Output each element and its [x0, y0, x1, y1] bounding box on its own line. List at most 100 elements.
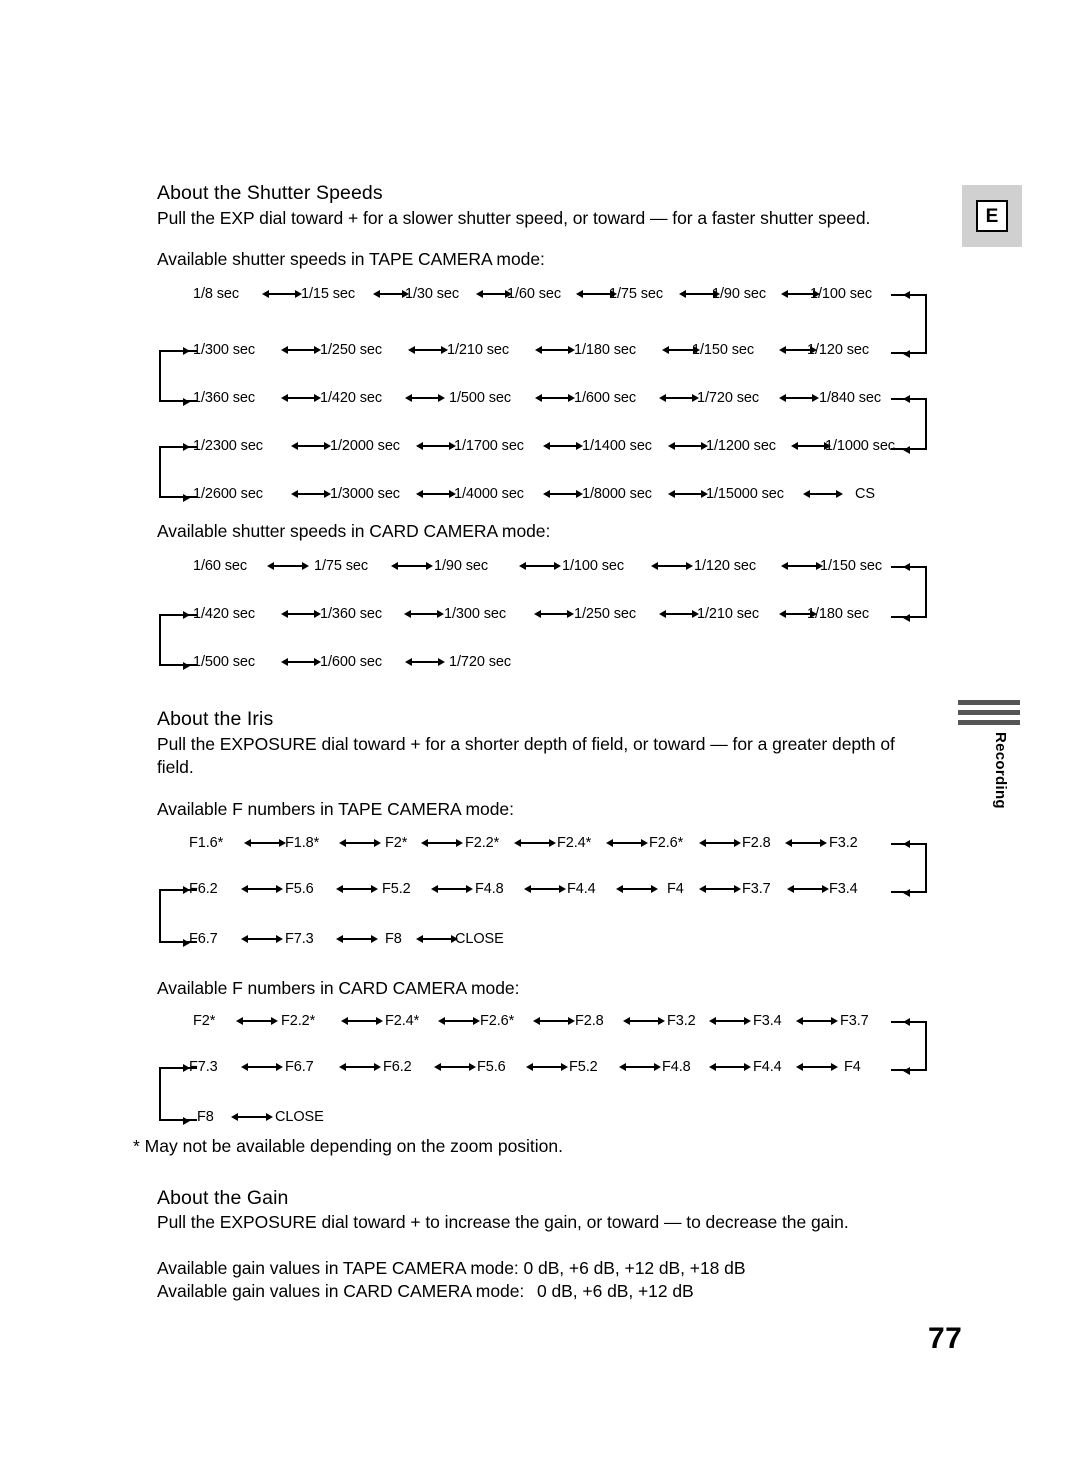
flow-arrow [802, 1066, 832, 1068]
flow-arrow [629, 1020, 659, 1022]
flow-arrow [444, 1020, 474, 1022]
flow-cell: CLOSE [455, 931, 504, 947]
flow-wrap-left [159, 610, 197, 670]
flow-arrow [422, 938, 452, 940]
flow-cell: F4.4 [567, 881, 596, 897]
flow-wrap-right [891, 290, 927, 358]
flow-cell: F3.4 [829, 881, 858, 897]
flow-arrow [612, 842, 642, 844]
flow-cell: 1/90 sec [434, 558, 489, 574]
flow-cell: 1/120 sec [807, 342, 869, 358]
flow-cell: F8 [385, 931, 402, 947]
flow-cell: 1/30 sec [405, 286, 460, 302]
flow-cell: F2.4* [557, 835, 592, 851]
flow-cell: 1/180 sec [574, 342, 636, 358]
flow-cell: F2.2* [465, 835, 500, 851]
flow-cell: 1/500 sec [193, 654, 255, 670]
flow-cell: F6.7 [285, 1059, 314, 1075]
flow-cell: 1/250 sec [320, 342, 382, 358]
flow-arrow [414, 349, 442, 351]
flow-arrow [427, 842, 457, 844]
flow-arrow [345, 842, 375, 844]
flow-arrow [540, 613, 568, 615]
flow-cell: 1/150 sec [692, 342, 754, 358]
flow-arrow [422, 445, 450, 447]
shutter-tape-label: Available shutter speeds in TAPE CAMERA … [157, 249, 545, 269]
flow-cell: F5.6 [477, 1059, 506, 1075]
flow-arrow [297, 493, 325, 495]
flow-cell: F3.2 [667, 1013, 696, 1029]
flow-cell: F4.4 [753, 1059, 782, 1075]
side-tab-bars-icon [958, 700, 1020, 726]
language-badge-letter: E [976, 200, 1008, 232]
flow-arrow [715, 1020, 745, 1022]
flow-arrow [802, 1020, 832, 1022]
flow-arrow [520, 842, 550, 844]
flow-arrow [549, 493, 577, 495]
flow-wrap-left [159, 1063, 197, 1125]
flow-arrow [791, 842, 821, 844]
flow-cell: F2* [385, 835, 408, 851]
iris-footnote: * May not be available depending on the … [133, 1136, 564, 1156]
flow-cell: F1.8* [285, 835, 320, 851]
flow-cell: F6.2 [189, 881, 218, 897]
flow-arrow [665, 613, 693, 615]
flow-cell: 1/60 sec [193, 558, 248, 574]
flow-cell: 1/600 sec [574, 390, 636, 406]
iris-card-label: Available F numbers in CARD CAMERA mode: [157, 978, 520, 998]
gain-card-label: Available gain values in CARD CAMERA mod… [157, 1281, 525, 1301]
flow-arrow [342, 938, 372, 940]
flow-cell: F4 [667, 881, 684, 897]
language-badge: E [962, 185, 1022, 247]
flow-cell: 1/75 sec [314, 558, 369, 574]
flow-arrow [247, 938, 277, 940]
flow-arrow [715, 1066, 745, 1068]
flow-cell: 1/8000 sec [582, 486, 652, 502]
flow-cell: F8 [197, 1109, 214, 1125]
flow-cell: F1.6* [189, 835, 224, 851]
flow-arrow [582, 293, 611, 295]
flow-cell: 1/720 sec [697, 390, 759, 406]
flow-arrow [625, 1066, 655, 1068]
flow-cell: 1/210 sec [697, 606, 759, 622]
flow-cell: CS [855, 486, 875, 502]
flow-cell: F6.7 [189, 931, 218, 947]
flow-cell: F7.3 [285, 931, 314, 947]
flow-cell: 1/100 sec [562, 558, 624, 574]
flow-cell: 1/1400 sec [582, 438, 652, 454]
flow-arrow [785, 397, 813, 399]
flow-cell: F4 [844, 1059, 861, 1075]
flow-cell: 1/4000 sec [454, 486, 524, 502]
flow-arrow [539, 1020, 569, 1022]
flow-cell: F2.6* [649, 835, 684, 851]
flow-cell: F4.8 [662, 1059, 691, 1075]
flow-wrap-right [891, 562, 927, 622]
flow-arrow [549, 445, 577, 447]
flow-cell: 1/2300 sec [193, 438, 263, 454]
flow-cell: F2.8 [742, 835, 771, 851]
flow-arrow [411, 397, 439, 399]
flow-cell: CLOSE [275, 1109, 324, 1125]
iris-tape-label: Available F numbers in TAPE CAMERA mode: [157, 799, 514, 819]
flow-cell: 1/1200 sec [706, 438, 776, 454]
flow-cell: 1/360 sec [320, 606, 382, 622]
gain-tape-values: Available gain values in TAPE CAMERA mod… [157, 1258, 746, 1278]
flow-arrow [622, 888, 652, 890]
flow-arrow [705, 888, 735, 890]
flow-arrow [297, 445, 325, 447]
flow-cell: 1/15000 sec [706, 486, 784, 502]
side-tab-recording: Recording [958, 700, 1020, 809]
flow-cell: 1/60 sec [507, 286, 562, 302]
flow-arrow [525, 565, 555, 567]
flow-arrow [440, 1066, 470, 1068]
flow-arrow [787, 565, 817, 567]
flow-cell: 1/180 sec [807, 606, 869, 622]
flow-arrow [541, 349, 569, 351]
gain-body-text: Pull the EXPOSURE dial toward + to incre… [157, 1212, 849, 1232]
flow-cell: 1/250 sec [574, 606, 636, 622]
flow-arrow [287, 349, 315, 351]
flow-wrap-left [159, 885, 197, 947]
flow-cell: F4.8 [475, 881, 504, 897]
flow-cell: 1/2000 sec [330, 438, 400, 454]
flow-arrow [397, 565, 427, 567]
